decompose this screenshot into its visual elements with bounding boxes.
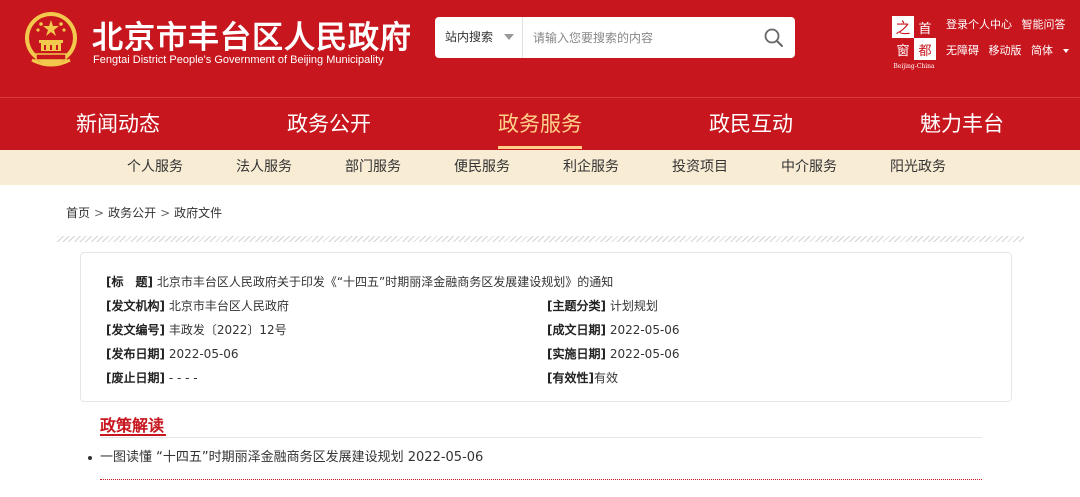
nav-item-interaction[interactable]: 政民互动 — [709, 98, 793, 151]
meta-title-value: 北京市丰台区人民政府关于印发《“十四五”时期丽泽金融商务区发展建设规划》的通知 — [156, 275, 614, 289]
policy-item-title[interactable]: 一图读懂 “十四五”时期丽泽金融商务区发展建设规划 — [100, 450, 404, 465]
breadcrumb-home[interactable]: 首页 — [66, 206, 90, 220]
search-scope-label: 站内搜索 — [445, 30, 494, 44]
national-emblem-icon[interactable] — [22, 10, 80, 70]
logo-char-2: 首 — [918, 22, 931, 37]
logo-char-1: 之 — [895, 19, 910, 37]
meta-issuer-label: [发文机构] — [106, 299, 165, 313]
meta-issuer-row: [发文机构] 北京市丰台区人民政府 — [106, 297, 289, 314]
subnav-item-department[interactable]: 部门服务 — [345, 150, 401, 185]
nav-item-news[interactable]: 新闻动态 — [76, 98, 160, 151]
breadcrumb: 首页 > 政务公开 > 政府文件 — [66, 204, 222, 221]
subnav-item-enterprise[interactable]: 利企服务 — [563, 150, 619, 185]
meta-repeal-label: [废止日期] — [106, 371, 165, 385]
site-header: 北京市丰台区人民政府 Fengtai District People's Gov… — [0, 0, 1080, 97]
meta-validity-label: [有效性] — [547, 371, 594, 385]
chevron-down-icon — [504, 34, 514, 40]
meta-effective-row: [实施日期] 2022-05-06 — [547, 345, 680, 362]
language-select[interactable]: 简体 — [1031, 42, 1075, 58]
meta-topic-label: [主题分类] — [547, 299, 606, 313]
document-meta-box: [标 题] 北京市丰台区人民政府关于印发《“十四五”时期丽泽金融商务区发展建设规… — [80, 252, 1012, 402]
policy-divider — [100, 437, 982, 438]
meta-written-label: [成文日期] — [547, 323, 606, 337]
dotted-divider — [100, 479, 982, 480]
mobile-link[interactable]: 移动版 — [989, 42, 1022, 58]
site-subtitle: Fengtai District People's Government of … — [93, 54, 384, 66]
main-nav: 新闻动态 政务公开 政务服务 政民互动 魅力丰台 — [0, 97, 1080, 150]
meta-title-row: [标 题] 北京市丰台区人民政府关于印发《“十四五”时期丽泽金融商务区发展建设规… — [106, 273, 613, 290]
breadcrumb-gov-docs[interactable]: 政府文件 — [174, 206, 222, 220]
logo-char-3: 窗 — [896, 43, 909, 59]
nav-item-gov-affairs-open[interactable]: 政务公开 — [287, 98, 371, 151]
meta-validity-row: [有效性]有效 — [547, 369, 618, 386]
policy-interpretation-heading: 政策解读 — [100, 416, 165, 435]
policy-list-item[interactable]: 一图读懂 “十四五”时期丽泽金融商务区发展建设规划 2022-05-06 — [88, 446, 483, 465]
nav-item-charm-fengtai[interactable]: 魅力丰台 — [920, 98, 1004, 151]
logo-char-4: 都 — [918, 44, 931, 59]
login-link[interactable]: 登录个人中心 — [946, 16, 1012, 32]
accessibility-link[interactable]: 无障碍 — [946, 42, 979, 58]
chevron-down-icon — [1063, 49, 1069, 53]
subnav-item-agency[interactable]: 中介服务 — [781, 150, 837, 185]
subnav-item-convenience[interactable]: 便民服务 — [454, 150, 510, 185]
meta-written-row: [成文日期] 2022-05-06 — [547, 321, 680, 338]
breadcrumb-separator: > — [160, 206, 171, 220]
policy-item-date: 2022-05-06 — [407, 450, 484, 465]
meta-publish-row: [发布日期] 2022-05-06 — [106, 345, 239, 362]
subnav-item-sunshine[interactable]: 阳光政务 — [890, 150, 946, 185]
breadcrumb-gov-open[interactable]: 政务公开 — [108, 206, 156, 220]
search-input[interactable] — [523, 17, 753, 58]
meta-validity-value: 有效 — [593, 371, 618, 385]
logo-caption: Beijing-China — [893, 63, 935, 70]
capital-window-logo[interactable]: 之 首 窗 都 Beijing-China — [890, 14, 938, 70]
bullet-icon — [88, 455, 92, 460]
sub-nav: 个人服务 法人服务 部门服务 便民服务 利企服务 投资项目 中介服务 阳光政务 — [0, 150, 1080, 185]
meta-issuer-value: 北京市丰台区人民政府 — [168, 299, 289, 313]
subnav-item-investment[interactable]: 投资项目 — [672, 150, 728, 185]
meta-title-label: [标 题] — [106, 275, 153, 289]
site-title[interactable]: 北京市丰台区人民政府 — [92, 12, 412, 57]
search-scope-select[interactable]: 站内搜索 — [435, 17, 523, 58]
meta-topic-row: [主题分类] 计划规划 — [547, 297, 658, 314]
search-bar: 站内搜索 — [435, 17, 795, 58]
meta-repeal-row: [废止日期] - - - - — [106, 369, 198, 386]
meta-doc-no-row: [发文编号] 丰政发〔2022〕12号 — [106, 321, 287, 338]
meta-doc-no-label: [发文编号] — [106, 323, 165, 337]
meta-effective-label: [实施日期] — [547, 347, 606, 361]
subnav-item-legal-person[interactable]: 法人服务 — [236, 150, 292, 185]
hatched-divider — [57, 236, 1024, 242]
meta-publish-label: [发布日期] — [106, 347, 165, 361]
meta-effective-value: 2022-05-06 — [609, 347, 680, 361]
smart-qa-link[interactable]: 智能问答 — [1022, 16, 1066, 32]
meta-doc-no-value: 丰政发〔2022〕12号 — [168, 323, 287, 337]
nav-item-gov-service[interactable]: 政务服务 — [498, 98, 582, 151]
language-label: 简体 — [1031, 44, 1053, 57]
subnav-item-personal[interactable]: 个人服务 — [127, 150, 183, 185]
meta-topic-value: 计划规划 — [609, 299, 658, 313]
search-icon[interactable] — [761, 25, 787, 51]
meta-publish-value: 2022-05-06 — [168, 347, 239, 361]
meta-repeal-value: - - - - — [168, 371, 198, 385]
breadcrumb-separator: > — [94, 206, 105, 220]
policy-heading-underline — [100, 434, 166, 436]
meta-written-value: 2022-05-06 — [609, 323, 680, 337]
